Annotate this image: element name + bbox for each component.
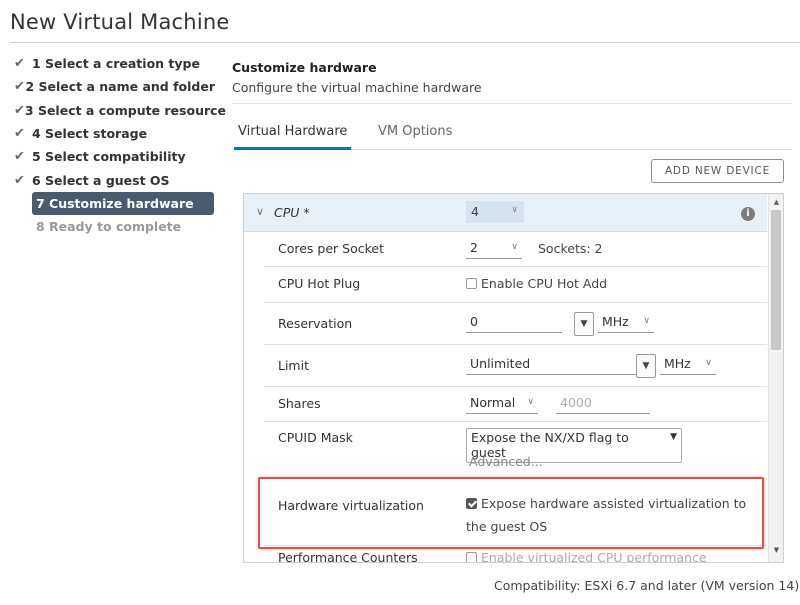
checkmark-icon: ✔ (14, 56, 25, 72)
cpu-count-select[interactable]: 4 ∨ (466, 201, 524, 223)
row-label: Cores per Socket (278, 241, 384, 256)
step-7-active[interactable]: 7 Customize hardware (32, 191, 214, 216)
vertical-scrollbar[interactable]: ▲ ▼ (768, 194, 783, 562)
step-label: 1 Select a creation type (32, 56, 200, 72)
row-shares: Shares Normal ∨ 4000 (264, 387, 767, 422)
checkmark-icon: ✔ (14, 126, 25, 142)
sockets-count: Sockets: 2 (538, 241, 603, 256)
chevron-down-icon: ∨ (527, 397, 534, 407)
compatibility-note: Compatibility: ESXi 6.7 and later (VM ve… (494, 578, 800, 593)
step-2[interactable]: ✔ 2 Select a name and folder (10, 75, 215, 98)
checkmark-icon: ✔ (14, 79, 25, 95)
step-label: 7 Customize hardware (36, 195, 194, 211)
step-label: 5 Select compatibility (32, 149, 186, 165)
cpu-count-value: 4 (471, 204, 479, 219)
scroll-down-icon[interactable]: ▼ (769, 546, 783, 554)
step-8: 8 Ready to complete (10, 215, 215, 238)
info-icon[interactable]: i (741, 207, 755, 221)
tab-vm-options[interactable]: VM Options (374, 124, 456, 150)
input-value: 0 (470, 314, 478, 329)
shares-select[interactable]: Normal ∨ (466, 395, 538, 414)
content-subtitle: Configure the virtual machine hardware (232, 80, 482, 95)
step-label: 4 Select storage (32, 126, 148, 142)
checkmark-icon: ✔ (14, 102, 25, 118)
input-value: 4000 (560, 395, 592, 410)
row-label: Shares (278, 396, 321, 411)
step-3[interactable]: ✔ 3 Select a compute resource (10, 99, 226, 122)
step-5[interactable]: ✔ 5 Select compatibility (10, 145, 215, 168)
caret-down-icon: ▼ (670, 432, 677, 442)
row-label: CPU Hot Plug (278, 276, 361, 291)
row-cpu-hot-plug: CPU Hot Plug Enable CPU Hot Add (264, 267, 767, 303)
checkmark-icon: ✔ (14, 149, 25, 165)
chevron-down-icon: ∨ (643, 316, 650, 326)
checkbox-label: Enable CPU Hot Add (481, 276, 608, 291)
content-title: Customize hardware (232, 60, 377, 75)
step-label: 8 Ready to complete (36, 219, 182, 235)
limit-unit-select[interactable]: MHz ∨ (660, 356, 716, 375)
row-label: Reservation (278, 316, 353, 331)
chevron-down-icon: ∨ (511, 242, 518, 252)
reservation-input[interactable]: 0 (466, 314, 562, 333)
cores-per-socket-select[interactable]: 2 ∨ (466, 240, 522, 259)
tab-virtual-hardware[interactable]: Virtual Hardware (234, 124, 352, 150)
highlight-box (258, 477, 764, 549)
content-divider (232, 103, 792, 104)
select-value: MHz (602, 314, 629, 329)
scroll-up-icon[interactable]: ▲ (769, 198, 783, 206)
add-new-device-button[interactable]: ADD NEW DEVICE (651, 159, 784, 183)
row-label: Limit (278, 358, 309, 373)
step-label: 3 Select a compute resource (24, 102, 227, 118)
input-value: Unlimited (470, 356, 531, 371)
step-label: 2 Select a name and folder (25, 79, 215, 95)
row-cores-per-socket: Cores per Socket 2 ∨ Sockets: 2 (264, 232, 767, 267)
wizard-steps: ✔ 1 Select a creation type ✔ 2 Select a na… (10, 52, 226, 238)
step-1[interactable]: ✔ 1 Select a creation type (10, 52, 215, 75)
cpu-header[interactable]: ∨ CPU * 4 ∨ i (244, 194, 767, 232)
step-label: 6 Select a guest OS (32, 172, 170, 188)
dropdown-arrow-button[interactable]: ▼ (636, 354, 656, 378)
select-value: 2 (470, 240, 478, 255)
chevron-down-icon: ∨ (511, 205, 518, 215)
scrollbar-thumb[interactable] (771, 210, 781, 350)
title-divider (10, 42, 800, 43)
row-label: Performance Counters (278, 550, 418, 563)
window-title: New Virtual Machine (10, 10, 230, 34)
row-label: CPUID Mask (278, 430, 353, 445)
chevron-down-icon: ∨ (705, 358, 712, 368)
tab-bar: Virtual Hardware VM Options (232, 124, 792, 150)
select-value: Normal (470, 395, 516, 410)
step-6[interactable]: ✔ 6 Select a guest OS (10, 168, 215, 191)
cpu-label: CPU * (274, 205, 310, 220)
row-limit: Limit Unlimited ▼ MHz ∨ (264, 345, 767, 387)
performance-counters-checkbox[interactable] (466, 552, 477, 562)
select-value: MHz (664, 356, 691, 371)
step-4[interactable]: ✔ 4 Select storage (10, 122, 215, 145)
limit-input[interactable]: Unlimited (466, 356, 636, 375)
shares-amount-input: 4000 (556, 395, 650, 414)
row-reservation: Reservation 0 ▼ MHz ∨ (264, 303, 767, 345)
advanced-link[interactable]: Advanced... (469, 454, 543, 469)
checkmark-icon: ✔ (14, 172, 25, 188)
dropdown-arrow-button[interactable]: ▼ (574, 312, 594, 336)
reservation-unit-select[interactable]: MHz ∨ (598, 314, 654, 333)
chevron-down-icon[interactable]: ∨ (256, 205, 264, 218)
cpu-hot-add-checkbox[interactable] (466, 278, 477, 289)
checkbox-label: Enable virtualized CPU performance (481, 550, 707, 563)
row-cpuid-mask: CPUID Mask Expose the NX/XD flag to gues… (264, 422, 767, 479)
